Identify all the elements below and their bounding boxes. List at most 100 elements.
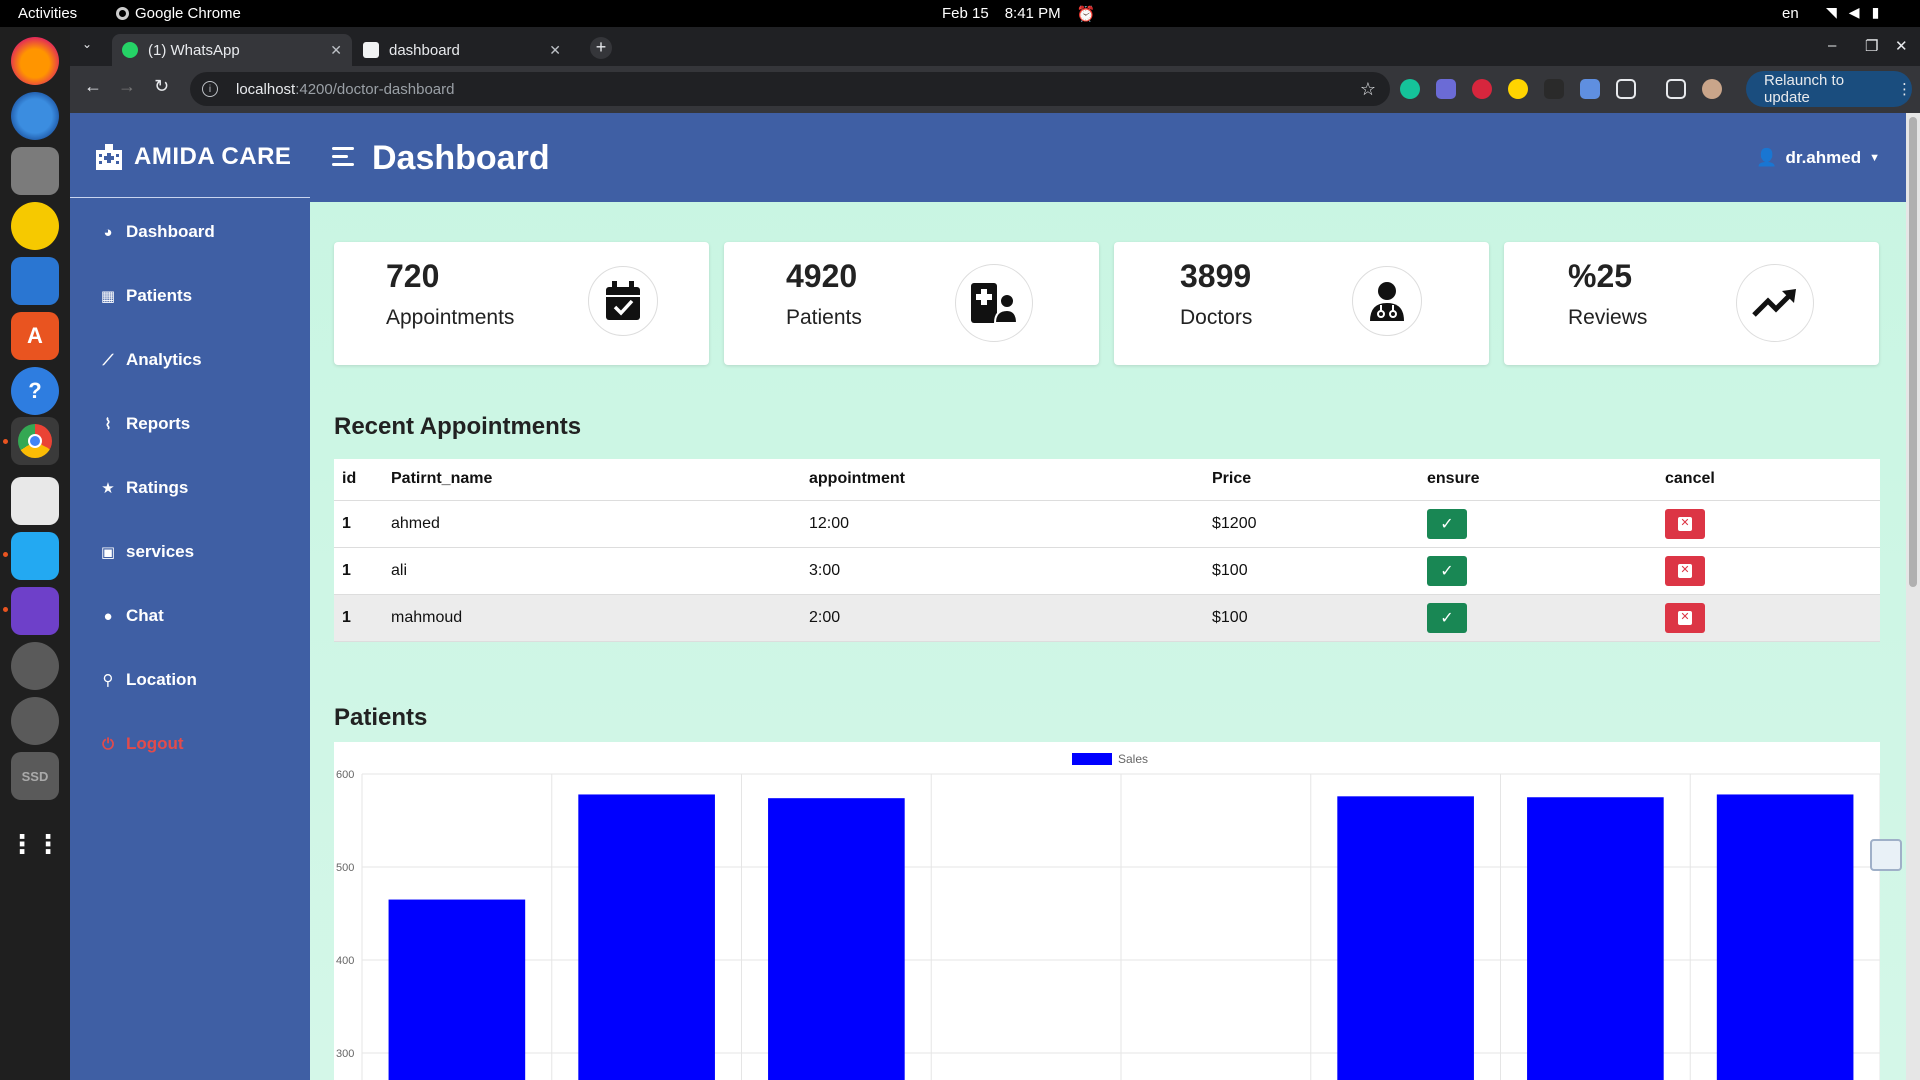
dark-mode-extension-icon[interactable] <box>1508 79 1528 99</box>
extension-icon[interactable] <box>1580 79 1600 99</box>
files-icon[interactable] <box>11 147 59 195</box>
url-path: :4200/doctor-dashboard <box>295 80 455 98</box>
stat-label: Reviews <box>1568 306 1648 329</box>
extension-icon[interactable] <box>1544 79 1564 99</box>
ensure-check-button[interactable]: ✓ <box>1427 602 1467 633</box>
sidebar-item-chat[interactable]: ● Chat <box>100 606 164 626</box>
tab-strip: ⌄ (1) WhatsApp ✕ dashboard ✕ + – ❐ ✕ <box>70 27 1920 66</box>
ensure-check-button[interactable]: ✓ <box>1427 508 1467 539</box>
menu-toggle-icon[interactable] <box>332 147 354 167</box>
sidebar-item-logout[interactable]: ⏻ Logout <box>100 734 184 754</box>
app-center-icon[interactable]: A <box>11 312 59 360</box>
gift-icon: ▣ <box>100 544 116 561</box>
page-viewport: AMIDA CARE ◕ Dashboard ▦ Patients ⟋ Analyti… <box>70 113 1920 1080</box>
column-header: appointment <box>801 459 1204 501</box>
sidebar-item-label: Ratings <box>126 478 189 497</box>
sidebar-item-ratings[interactable]: ★ Ratings <box>100 478 188 498</box>
thunderbird-icon[interactable] <box>11 92 59 140</box>
show-apps-icon[interactable]: ⋮⋮ <box>9 820 61 868</box>
close-window-icon[interactable]: ✕ <box>1895 37 1908 55</box>
side-panel-icon[interactable] <box>1666 79 1686 99</box>
floating-widget-button[interactable] <box>1870 839 1902 871</box>
extension-icon[interactable] <box>1436 79 1456 99</box>
rhythmbox-icon[interactable] <box>11 202 59 250</box>
back-icon[interactable]: ← <box>84 76 102 97</box>
cell-cancel: ✕ <box>1657 500 1880 548</box>
brand-name: AMIDA CARE <box>134 143 292 170</box>
active-app-menu[interactable]: Google Chrome <box>116 5 241 22</box>
chart-line-icon: ⟋ <box>102 351 114 369</box>
profile-avatar[interactable] <box>1702 79 1722 99</box>
chart-bar <box>388 899 526 1080</box>
sidebar-item-label: Logout <box>126 734 184 753</box>
cell-cancel: ✕ <box>1657 547 1880 595</box>
cancel-x-button[interactable]: ✕ <box>1665 555 1705 586</box>
cell-id: 1 <box>334 547 383 595</box>
sidebar-item-patients[interactable]: ▦ Patients <box>100 286 192 306</box>
extension-icon[interactable] <box>1472 79 1492 99</box>
sidebar-item-label: Reports <box>126 414 191 433</box>
firefox-icon[interactable] <box>11 37 59 85</box>
table-row: 1 ali 3:00 $100 ✓ ✕ <box>334 547 1880 595</box>
activities-button[interactable]: Activities <box>18 5 77 22</box>
user-menu-dropdown[interactable]: 👤 dr.ahmed ▼ <box>1756 148 1880 168</box>
site-info-icon[interactable]: i <box>202 81 218 97</box>
disk-icon-2[interactable] <box>11 697 59 745</box>
tab-search-icon[interactable]: ⌄ <box>82 37 92 51</box>
help-icon[interactable]: ? <box>11 367 59 415</box>
stat-card-doctors: 3899 Doctors <box>1114 242 1489 365</box>
close-tab-icon[interactable]: ✕ <box>549 42 561 59</box>
stat-card-appointments: 720 Appointments <box>334 242 709 365</box>
column-header: Price <box>1204 459 1419 501</box>
chrome-dock-icon[interactable] <box>11 417 59 465</box>
system-tray[interactable]: ◥ ◀ ▮ <box>1826 4 1879 21</box>
close-tab-icon[interactable]: ✕ <box>330 42 342 59</box>
address-bar[interactable]: i localhost:4200/doctor-dashboard ☆ <box>190 72 1390 106</box>
legend-swatch <box>1072 753 1112 765</box>
scrollbar-thumb[interactable] <box>1909 117 1917 587</box>
chart-bar <box>768 798 905 1080</box>
battery-icon: ▮ <box>1871 4 1880 20</box>
user-doctor-icon <box>1352 266 1422 336</box>
clock[interactable]: Feb 15 8:41 PM ⏰ <box>942 5 1095 23</box>
github-desktop-icon[interactable] <box>11 587 59 635</box>
power-icon: ⏻ <box>102 735 114 753</box>
minimize-icon[interactable]: – <box>1828 37 1836 54</box>
sidebar-item-services[interactable]: ▣ services <box>100 542 194 562</box>
reload-icon[interactable]: ↻ <box>154 76 169 97</box>
page-scrollbar[interactable] <box>1906 113 1920 1080</box>
browser-toolbar: ← → ↻ i localhost:4200/doctor-dashboard … <box>70 66 1920 113</box>
tab-whatsapp[interactable]: (1) WhatsApp ✕ <box>112 34 352 66</box>
disk-icon[interactable] <box>11 642 59 690</box>
cancel-x-button[interactable]: ✕ <box>1665 508 1705 539</box>
grammarly-extension-icon[interactable] <box>1400 79 1420 99</box>
relaunch-to-update-button[interactable]: Relaunch to update ⋮ <box>1746 71 1912 107</box>
ssd-drive-icon[interactable]: SSD <box>11 752 59 800</box>
stat-value: %25 <box>1568 258 1633 294</box>
bookmark-star-icon[interactable]: ☆ <box>1360 79 1376 100</box>
maximize-icon[interactable]: ❐ <box>1865 37 1878 55</box>
sidebar-item-dashboard[interactable]: ◕ Dashboard <box>100 222 214 242</box>
sidebar-item-location[interactable]: ⚲ Location <box>100 670 197 690</box>
brand[interactable]: AMIDA CARE <box>94 143 291 171</box>
keyboard-layout[interactable]: en <box>1782 5 1799 22</box>
writer-icon[interactable] <box>11 257 59 305</box>
sidebar-item-label: Chat <box>126 606 164 625</box>
chrome-icon <box>116 7 129 20</box>
tab-dashboard[interactable]: dashboard ✕ <box>353 34 571 66</box>
clock-time: 8:41 PM <box>1004 5 1061 22</box>
vscode-icon[interactable] <box>11 532 59 580</box>
column-header: Patirnt_name <box>383 459 801 501</box>
sidebar-item-reports[interactable]: ⌇ Reports <box>100 414 190 434</box>
extensions-puzzle-icon[interactable] <box>1616 79 1636 99</box>
tab-label: (1) WhatsApp <box>148 41 240 59</box>
table-header-row: id Patirnt_name appointment Price ensure… <box>334 459 1880 501</box>
cancel-x-button[interactable]: ✕ <box>1665 602 1705 633</box>
document-viewer-icon[interactable] <box>11 477 59 525</box>
new-tab-button[interactable]: + <box>590 37 612 59</box>
ensure-check-button[interactable]: ✓ <box>1427 555 1467 586</box>
legend-label: Sales <box>1118 752 1148 766</box>
forward-icon[interactable]: → <box>118 76 136 97</box>
sidebar-item-analytics[interactable]: ⟋ Analytics <box>100 350 202 370</box>
cell-patient-name: mahmoud <box>383 594 801 642</box>
